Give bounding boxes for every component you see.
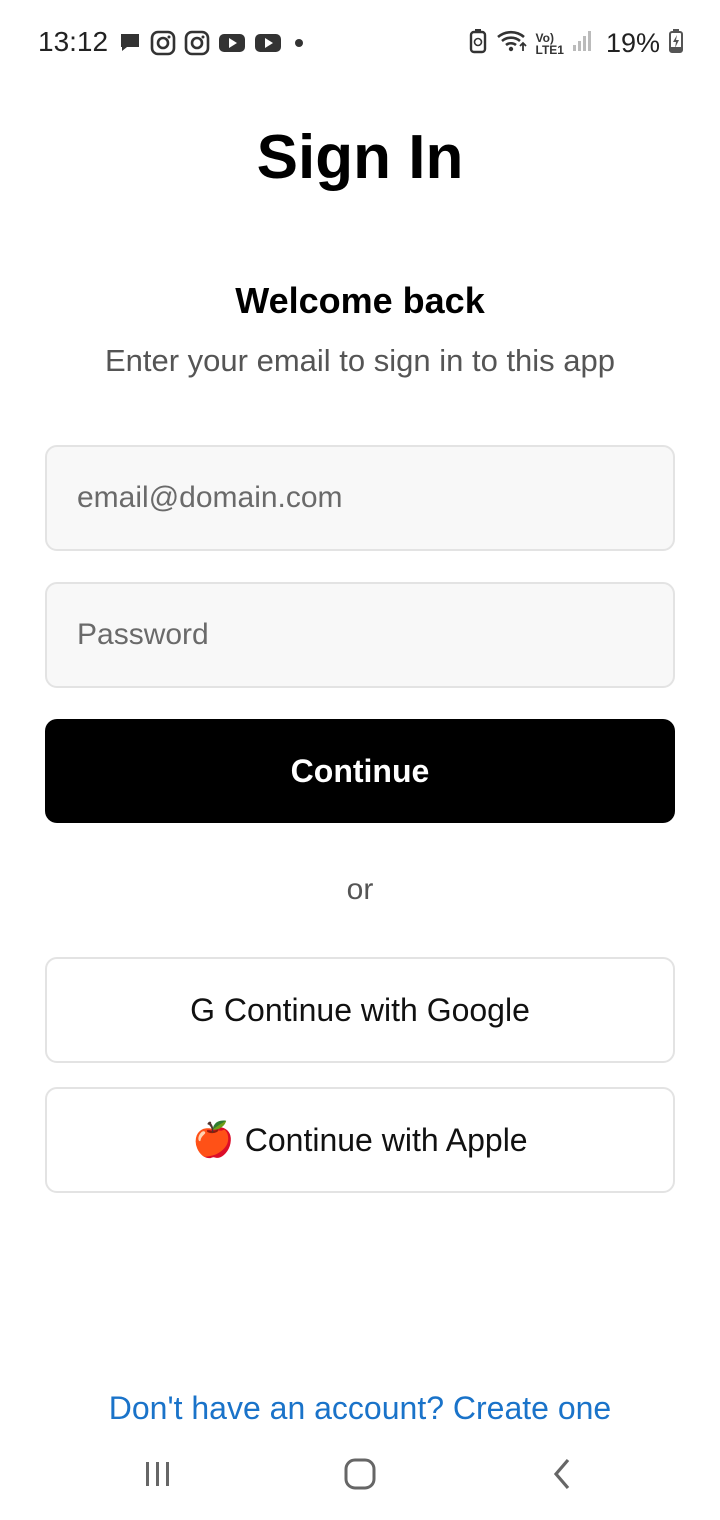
recents-button[interactable] [128, 1456, 188, 1496]
instagram-icon [184, 30, 210, 61]
continue-with-apple-button[interactable]: 🍎 Continue with Apple [45, 1087, 675, 1193]
subtitle-text: Enter your email to sign in to this app [104, 343, 616, 378]
continue-with-google-button[interactable]: G Continue with Google [45, 957, 675, 1063]
back-button[interactable] [532, 1456, 592, 1496]
continue-button-label: Continue [290, 752, 430, 789]
volte-lte-icon: Vo) LTE1 [536, 32, 564, 56]
message-icon [118, 31, 142, 60]
continue-button[interactable]: Continue [45, 719, 675, 823]
home-icon [342, 1456, 378, 1497]
system-icons: Vo) LTE1 19% [468, 28, 685, 59]
or-divider-text: or [346, 873, 374, 906]
lte-label: LTE1 [535, 42, 564, 57]
youtube-icon [218, 32, 246, 59]
back-icon [550, 1456, 574, 1497]
status-bar: 13:12 Vo) LTE1 19% [0, 0, 720, 86]
status-time: 13:12 [38, 26, 109, 57]
password-field[interactable] [45, 582, 675, 688]
apple-emoji-icon: 🍎 [192, 1121, 235, 1159]
google-button-label: G Continue with Google [190, 991, 530, 1028]
signal-icon [572, 29, 594, 58]
battery-charging-icon [668, 28, 684, 59]
wifi-icon [496, 29, 528, 58]
volte-label: Vo) [535, 30, 554, 45]
recents-icon [142, 1459, 174, 1494]
system-nav-bar [0, 1440, 720, 1520]
welcome-heading: Welcome back [235, 280, 485, 321]
create-account-link[interactable]: Don't have an account? Create one [0, 1390, 720, 1427]
page-title: Sign In [256, 123, 464, 192]
home-button[interactable] [330, 1456, 390, 1496]
email-field[interactable] [45, 445, 675, 551]
battery-saver-icon [468, 28, 488, 59]
youtube-icon [254, 32, 282, 59]
apple-button-label: Continue with Apple [244, 1121, 528, 1158]
battery-percent: 19% [605, 28, 660, 58]
instagram-icon [150, 30, 176, 61]
notification-icons [118, 30, 308, 61]
dot-icon [290, 34, 308, 57]
